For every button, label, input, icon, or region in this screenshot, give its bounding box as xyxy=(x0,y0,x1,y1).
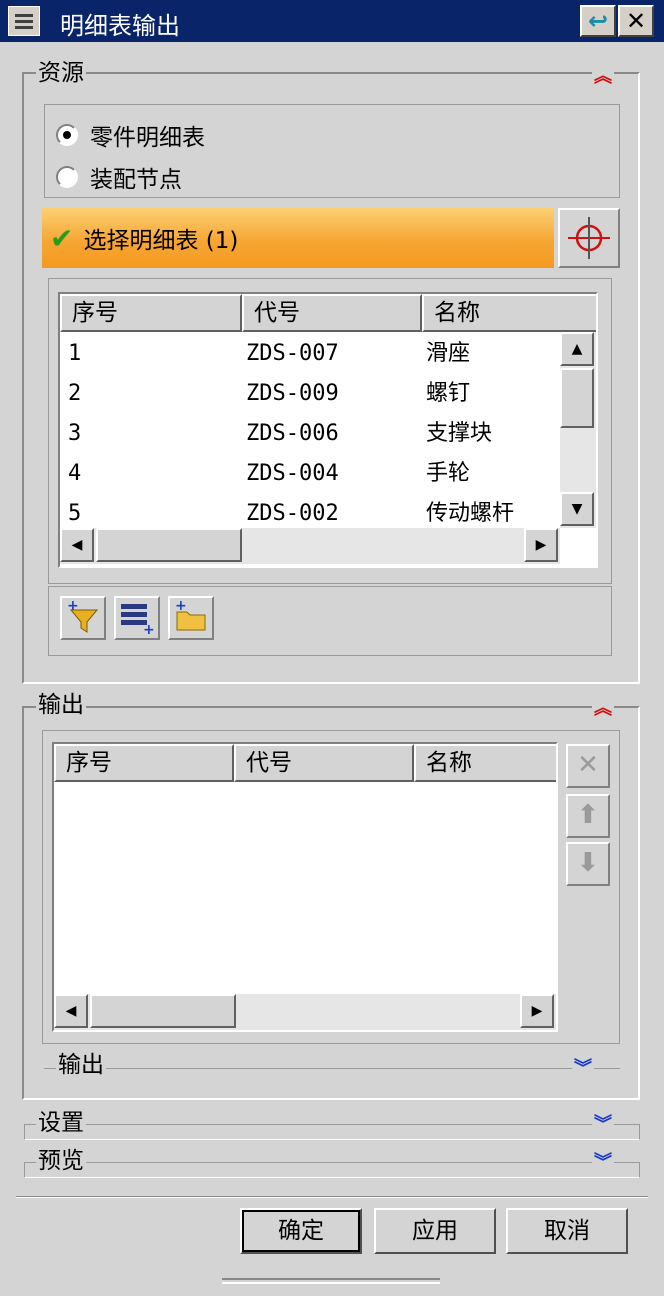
add-folder-button[interactable]: + xyxy=(168,596,214,640)
move-down-icon[interactable]: ⬇ xyxy=(566,842,610,886)
column-header[interactable]: 序号 xyxy=(54,744,234,782)
cell-num: 4 xyxy=(68,461,82,486)
svg-text:+: + xyxy=(143,622,155,636)
delete-icon[interactable]: ✕ xyxy=(566,744,610,788)
cell-code: ZDS-009 xyxy=(246,381,339,406)
radio-label: 零件明细表 xyxy=(90,125,205,151)
cell-num: 3 xyxy=(68,421,82,446)
output-table[interactable]: 序号 代号 名称 ◀ ▶ xyxy=(52,742,558,1032)
cell-code: ZDS-006 xyxy=(246,421,339,446)
horizontal-scrollbar[interactable]: ◀ ▶ xyxy=(60,528,560,564)
column-header[interactable]: 代号 xyxy=(234,744,414,782)
add-filter-button[interactable]: + xyxy=(60,596,106,640)
window-title: 明细表输出 xyxy=(60,12,180,40)
radio-label: 装配节点 xyxy=(90,167,182,193)
column-header[interactable]: 名称 xyxy=(422,294,596,332)
scroll-up-icon[interactable]: ▲ xyxy=(560,332,594,366)
add-list-button[interactable]: + xyxy=(114,596,160,640)
apply-button[interactable]: 应用 xyxy=(374,1208,496,1254)
crosshair-button[interactable] xyxy=(558,208,620,268)
cell-code: ZDS-007 xyxy=(246,341,339,366)
cell-name: 手轮 xyxy=(426,461,471,486)
ok-button[interactable]: 确定 xyxy=(240,1208,362,1254)
scroll-thumb[interactable] xyxy=(560,368,594,428)
output-sub-line xyxy=(44,1068,620,1082)
select-list-label: 选择明细表 (1) xyxy=(83,228,239,254)
reset-icon[interactable]: ↩ xyxy=(580,5,616,37)
expand-down-icon[interactable]: ︾ xyxy=(592,1154,614,1172)
crosshair-icon xyxy=(568,217,610,259)
scroll-left-icon[interactable]: ◀ xyxy=(54,994,88,1028)
collapse-up-icon[interactable]: ︽ xyxy=(592,700,614,718)
collapse-up-icon[interactable]: ︽ xyxy=(592,68,614,86)
radio-part-list[interactable]: 零件明细表 xyxy=(56,118,205,152)
table-row[interactable]: 1 ZDS-007 滑座 xyxy=(60,334,566,374)
dialog-window: 明细表输出 ↩ ✕ 资源 ︽ 零件明细表 装配节点 ✔ 选择明细表 (1) 序号… xyxy=(0,0,664,1296)
select-list-bar[interactable]: ✔ 选择明细表 (1) xyxy=(42,208,554,268)
menu-icon[interactable] xyxy=(8,6,40,36)
table-header: 序号 代号 名称 xyxy=(60,294,596,332)
add-folder-icon: + xyxy=(175,598,206,631)
scroll-thumb[interactable] xyxy=(90,994,236,1028)
add-list-icon: + xyxy=(121,604,155,638)
cell-code: ZDS-004 xyxy=(246,461,339,486)
output-sub-legend[interactable]: 输出 xyxy=(56,1052,106,1078)
scroll-right-icon[interactable]: ▶ xyxy=(524,528,558,562)
cell-num: 2 xyxy=(68,381,82,406)
divider xyxy=(16,1196,648,1198)
table-row[interactable]: 2 ZDS-009 螺钉 xyxy=(60,374,566,414)
svg-text:+: + xyxy=(175,598,187,614)
preview-legend[interactable]: 预览 xyxy=(36,1148,86,1174)
table-row[interactable]: 3 ZDS-006 支撑块 xyxy=(60,414,566,454)
cancel-button[interactable]: 取消 xyxy=(506,1208,628,1254)
checkmark-icon: ✔ xyxy=(50,221,74,255)
resize-grip[interactable] xyxy=(222,1278,440,1284)
table-row[interactable]: 4 ZDS-004 手轮 xyxy=(60,454,566,494)
scroll-thumb[interactable] xyxy=(96,528,242,562)
scroll-down-icon[interactable]: ▼ xyxy=(560,492,594,526)
cell-name: 滑座 xyxy=(426,341,471,366)
scroll-right-icon[interactable]: ▶ xyxy=(520,994,554,1028)
horizontal-scrollbar[interactable]: ◀ ▶ xyxy=(54,994,556,1030)
settings-group xyxy=(24,1124,640,1140)
radio-unchecked-icon[interactable] xyxy=(56,166,78,188)
preview-group xyxy=(24,1162,640,1178)
radio-assembly-node[interactable]: 装配节点 xyxy=(56,160,182,194)
svg-text:+: + xyxy=(67,598,79,614)
title-bar[interactable]: 明细表输出 ↩ ✕ xyxy=(0,0,664,42)
add-filter-icon: + xyxy=(67,598,99,633)
radio-checked-icon[interactable] xyxy=(56,124,78,146)
column-header[interactable]: 序号 xyxy=(60,294,242,332)
expand-down-icon[interactable]: ︾ xyxy=(572,1060,594,1078)
close-icon[interactable]: ✕ xyxy=(618,5,654,37)
cell-name: 支撑块 xyxy=(426,421,493,446)
expand-down-icon[interactable]: ︾ xyxy=(592,1116,614,1134)
settings-legend[interactable]: 设置 xyxy=(36,1110,86,1136)
cell-name: 螺钉 xyxy=(426,381,471,406)
source-legend[interactable]: 资源 xyxy=(36,60,86,86)
source-table[interactable]: 序号 代号 名称 1 ZDS-007 滑座 2 ZDS-009 螺钉 3 ZDS… xyxy=(58,292,598,568)
cell-num: 1 xyxy=(68,341,82,366)
column-header[interactable]: 名称 xyxy=(414,744,556,782)
column-header[interactable]: 代号 xyxy=(242,294,422,332)
scroll-left-icon[interactable]: ◀ xyxy=(60,528,94,562)
table-header: 序号 代号 名称 xyxy=(54,744,556,782)
move-up-icon[interactable]: ⬆ xyxy=(566,794,610,838)
output-legend[interactable]: 输出 xyxy=(36,692,86,718)
vertical-scrollbar[interactable]: ▲ ▼ xyxy=(560,332,596,528)
